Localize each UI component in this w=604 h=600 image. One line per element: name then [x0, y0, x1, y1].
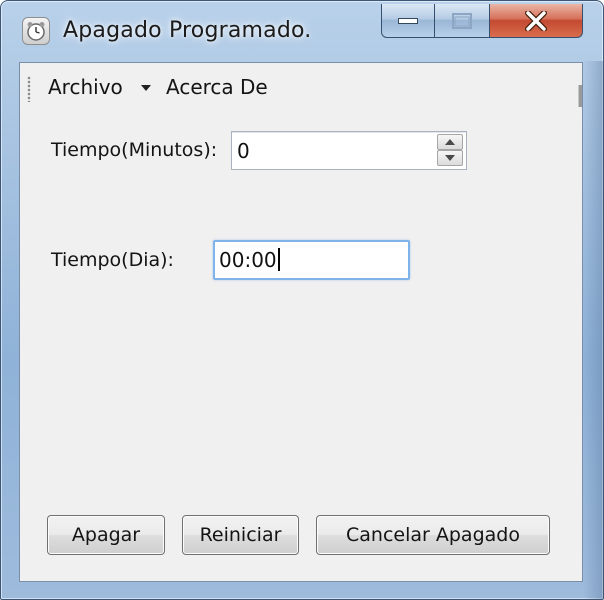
minimize-button[interactable]: [381, 4, 435, 38]
client-area: Archivo Acerca De Tiempo(Minutos): 0 Tie…: [19, 62, 583, 582]
text-caret: [277, 248, 280, 271]
window-frame-shade: [583, 61, 603, 599]
maximize-button[interactable]: [435, 4, 490, 38]
menu-bar: Archivo Acerca De: [20, 63, 582, 111]
day-time-value: 00:00: [219, 248, 277, 272]
minutes-value[interactable]: 0: [237, 139, 250, 163]
menu-overflow-edge: [578, 85, 582, 107]
alarm-clock-icon[interactable]: [22, 17, 50, 45]
menu-acerca-de[interactable]: Acerca De: [166, 75, 268, 99]
day-time-field[interactable]: 00:00: [213, 240, 410, 280]
close-button[interactable]: [490, 4, 583, 38]
day-time-text: 00:00: [219, 248, 280, 272]
day-time-label: Tiempo(Dia):: [51, 249, 174, 271]
maximize-icon: [452, 12, 472, 29]
toolstrip-grip-icon[interactable]: [27, 76, 31, 102]
shutdown-button[interactable]: Apagar: [47, 515, 165, 555]
title-bar[interactable]: Apagado Programado.: [1, 1, 603, 61]
restart-button[interactable]: Reiniciar: [182, 515, 299, 555]
minutes-stepper[interactable]: 0: [231, 131, 467, 170]
stepper-up-button[interactable]: [437, 134, 463, 150]
app-window: Apagado Programado. Archivo Acerca De Ti…: [0, 0, 604, 600]
close-icon: [525, 10, 547, 31]
cancel-shutdown-button[interactable]: Cancelar Apagado: [316, 515, 550, 555]
arrow-up-icon: [445, 139, 455, 145]
minimize-icon: [398, 17, 418, 24]
window-title: Apagado Programado.: [63, 18, 312, 43]
minutes-label: Tiempo(Minutos):: [51, 139, 218, 161]
menu-archivo[interactable]: Archivo: [48, 75, 123, 99]
chevron-down-icon[interactable]: [141, 85, 151, 91]
stepper-down-button[interactable]: [437, 150, 463, 166]
arrow-down-icon: [445, 155, 455, 161]
